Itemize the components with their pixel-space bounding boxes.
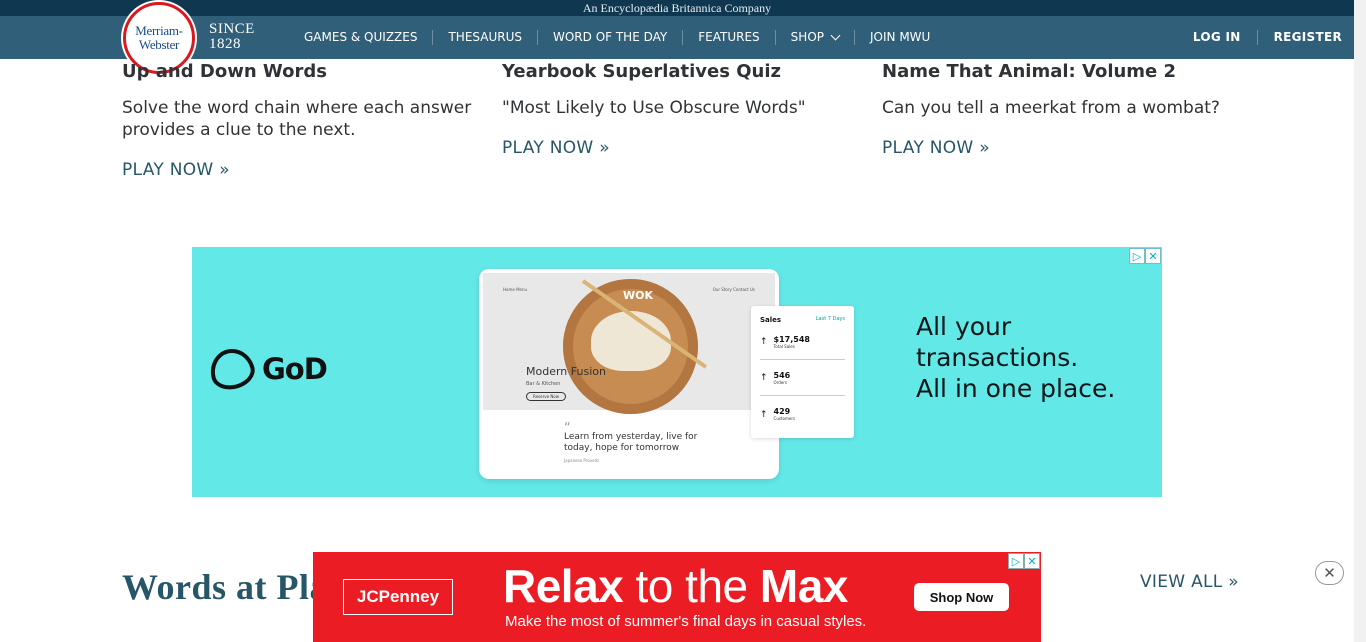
dumpling-shape bbox=[591, 311, 671, 371]
sales-row: ↑ 546 Orders bbox=[760, 360, 845, 396]
mockup-hero-image: Home Menu Our Story Contact Us WOK Moder… bbox=[483, 273, 775, 414]
game-card: Yearbook Superlatives Quiz "Most Likely … bbox=[502, 60, 862, 158]
view-all-link[interactable]: VIEW ALL » bbox=[1140, 572, 1239, 592]
jcpenney-logo: JCPenney bbox=[343, 579, 453, 615]
sales-value: $17,548 bbox=[773, 334, 810, 344]
godaddy-banner-ad[interactable]: ▷ ✕ GoD Home Menu Our Story Contact Us W… bbox=[192, 247, 1162, 497]
primary-nav: GAMES & QUIZZES THESAURUS WORD OF THE DA… bbox=[289, 16, 945, 59]
sales-row: ↑ $17,548 Total Sales bbox=[760, 324, 845, 360]
mockup-nav-right: Our Story Contact Us bbox=[712, 287, 755, 292]
close-icon[interactable]: ✕ bbox=[1315, 561, 1344, 585]
adchoices-icon[interactable]: ▷ bbox=[1129, 248, 1145, 264]
sales-widget: Sales Last 7 Days ↑ $17,548 Total Sales … bbox=[751, 306, 854, 438]
nav-games-quizzes[interactable]: GAMES & QUIZZES bbox=[289, 30, 434, 45]
since-1828-label: SINCE 1828 bbox=[209, 22, 255, 52]
sales-label: Customers bbox=[773, 416, 796, 421]
ad-choices: ▷ ✕ bbox=[1008, 553, 1040, 569]
mockup-logo: WOK bbox=[623, 289, 654, 302]
sales-title: Sales bbox=[760, 316, 782, 324]
logo-text-line2: Webster bbox=[138, 37, 180, 52]
sales-label: Orders bbox=[773, 379, 787, 385]
close-icon[interactable]: ✕ bbox=[1024, 553, 1040, 569]
auth-links: LOG IN REGISTER bbox=[1177, 16, 1342, 59]
since-label: SINCE bbox=[209, 21, 255, 37]
play-now-link[interactable]: PLAY NOW » bbox=[122, 160, 482, 180]
page-scrollbar[interactable] bbox=[1354, 0, 1366, 642]
game-card-description: "Most Likely to Use Obscure Words" bbox=[502, 98, 806, 118]
logo-text-line1: Merriam- bbox=[135, 23, 183, 38]
headline-max: Max bbox=[759, 560, 848, 612]
sales-header: Sales Last 7 Days bbox=[751, 306, 854, 324]
mockup-subheading: Bar & Kitchen bbox=[526, 381, 561, 387]
nav-shop[interactable]: SHOP bbox=[776, 30, 855, 45]
website-mockup: Home Menu Our Story Contact Us WOK Moder… bbox=[479, 269, 779, 479]
sales-row: ↑ 429 Customers bbox=[760, 396, 845, 432]
arrow-up-icon: ↑ bbox=[760, 373, 768, 383]
login-link[interactable]: LOG IN bbox=[1177, 30, 1258, 45]
mockup-heading: Modern Fusion bbox=[526, 365, 606, 378]
ad-choices: ▷ ✕ bbox=[1129, 248, 1161, 264]
nav-features[interactable]: FEATURES bbox=[683, 30, 776, 45]
mockup-reserve-button: Reserve Now bbox=[526, 392, 566, 401]
close-icon[interactable]: ✕ bbox=[1145, 248, 1161, 264]
ad-subtext: Make the most of summer's final days in … bbox=[505, 613, 867, 630]
game-card: Up and Down Words Solve the word chain w… bbox=[122, 60, 482, 180]
ad-headline: Relax to the Max bbox=[503, 558, 848, 614]
register-link[interactable]: REGISTER bbox=[1258, 30, 1342, 45]
nav-join-mwu[interactable]: JOIN MWU bbox=[855, 30, 945, 45]
arrow-up-icon: ↑ bbox=[760, 409, 768, 420]
sales-value: 546 bbox=[773, 370, 791, 380]
nav-thesaurus[interactable]: THESAURUS bbox=[433, 30, 538, 45]
year-label: 1828 bbox=[209, 36, 241, 52]
game-card-description: Solve the word chain where each answer p… bbox=[122, 98, 472, 140]
godaddy-wordmark: GoD bbox=[262, 352, 328, 386]
ad-headline: All your transactions. All in one place. bbox=[916, 312, 1116, 403]
jcpenney-banner-ad[interactable]: ▷ ✕ JCPenney Relax to the Max Make the m… bbox=[313, 552, 1041, 642]
britannica-tagline: An Encyclopædia Britannica Company bbox=[0, 0, 1354, 16]
adchoices-icon[interactable]: ▷ bbox=[1008, 553, 1024, 569]
godaddy-logo: GoD bbox=[205, 343, 328, 395]
chevron-down-icon bbox=[830, 30, 841, 41]
mockup-nav-left: Home Menu bbox=[503, 287, 528, 292]
sales-period: Last 7 Days bbox=[815, 316, 845, 322]
sales-value: 429 bbox=[773, 407, 791, 416]
headline-middle: to the bbox=[623, 560, 760, 612]
play-now-link[interactable]: PLAY NOW » bbox=[502, 138, 862, 158]
play-now-link[interactable]: PLAY NOW » bbox=[882, 138, 1242, 158]
godaddy-mark-icon bbox=[205, 343, 259, 395]
game-card-title[interactable]: Name That Animal: Volume 2 bbox=[882, 60, 1242, 84]
arrow-up-icon: ↑ bbox=[760, 337, 768, 347]
game-card-title[interactable]: Yearbook Superlatives Quiz bbox=[502, 60, 862, 84]
shop-now-button[interactable]: Shop Now bbox=[914, 583, 1009, 611]
game-card-description: Can you tell a meerkat from a wombat? bbox=[882, 98, 1220, 118]
sales-label: Total Sales bbox=[773, 343, 795, 349]
headline-relax: Relax bbox=[503, 560, 624, 612]
game-card-title[interactable]: Up and Down Words bbox=[122, 60, 482, 84]
nav-shop-label: SHOP bbox=[790, 30, 824, 44]
game-card: Name That Animal: Volume 2 Can you tell … bbox=[882, 60, 1242, 158]
mockup-quote: Learn from yesterday, live for today, ho… bbox=[564, 432, 698, 453]
nav-word-of-the-day[interactable]: WORD OF THE DAY bbox=[538, 30, 684, 45]
mockup-quote-author: Japanese Proverb bbox=[564, 458, 599, 463]
